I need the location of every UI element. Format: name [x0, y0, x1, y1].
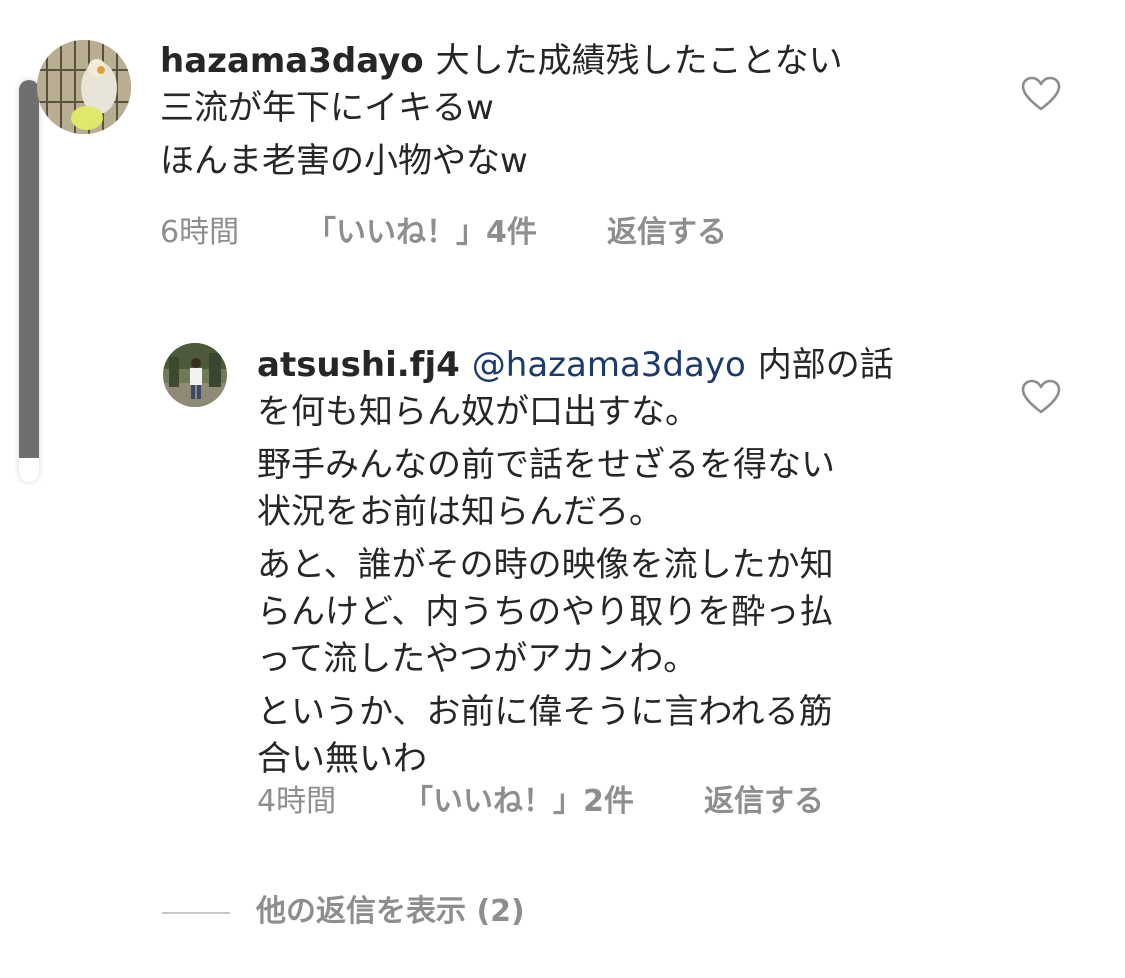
likes-count[interactable]: 「いいね！」2件 — [403, 782, 634, 822]
heart-outline-icon — [1021, 76, 1061, 111]
comment-line: 内部の話 — [757, 345, 894, 385]
divider-line — [162, 911, 230, 914]
comment-line: を何も知らん奴が口出すな。 — [257, 392, 699, 432]
avatar[interactable] — [163, 343, 227, 407]
comment-line: ほんま老害の小物やなw — [160, 141, 528, 181]
comment-line: 状況をお前は知らんだろ。 — [257, 492, 663, 532]
comment-meta: 6時間 「いいね！」4件 返信する — [160, 213, 860, 253]
scrollbar-thumb[interactable] — [19, 80, 39, 458]
reply-button[interactable]: 返信する — [607, 213, 727, 253]
heart-outline-icon — [1021, 379, 1061, 414]
username[interactable]: hazama3dayo — [160, 41, 424, 81]
comment-line: 野手みんなの前で話をせざるを得ない — [257, 445, 835, 485]
reply-body: atsushi.fj4 @hazama3dayo 内部の話 を何も知らん奴が口出すな… — [257, 342, 894, 783]
username[interactable]: atsushi.fj4 — [257, 345, 460, 385]
scrollbar[interactable] — [19, 80, 39, 482]
comment-line: 大した成績残したことない — [435, 41, 843, 81]
timestamp: 4時間 — [257, 784, 337, 819]
avatar[interactable] — [37, 40, 131, 134]
comment-line: 三流が年下にイキるw — [160, 88, 494, 128]
like-button[interactable] — [1021, 76, 1061, 112]
view-more-replies-button[interactable]: 他の返信を表示 (2) — [162, 892, 525, 932]
comment-line: あと、誰がその時の映像を流したか知 — [257, 545, 834, 585]
comment-line: って流したやつがアカンわ。 — [257, 639, 698, 679]
view-more-replies-label: 他の返信を表示 (2) — [256, 894, 525, 929]
mention-link[interactable]: @hazama3dayo — [472, 345, 746, 385]
comment-line: というか、お前に偉そうに言われる筋 — [257, 692, 833, 732]
comment-line: らんけど、内うちのやり取りを酔っ払 — [257, 592, 834, 632]
reply-button[interactable]: 返信する — [704, 782, 824, 822]
comment-body: hazama3dayo 大した成績残したことない 三流が年下にイキるw ほんま老害… — [160, 38, 843, 185]
timestamp: 6時間 — [160, 215, 240, 250]
like-button[interactable] — [1021, 379, 1061, 415]
comment-line: 合い無いわ — [257, 739, 427, 779]
comment-thread: hazama3dayo 大した成績残したことない 三流が年下にイキるw ほんま老害… — [0, 0, 1125, 978]
likes-count[interactable]: 「いいね！」4件 — [306, 213, 537, 253]
reply-meta: 4時間 「いいね！」2件 返信する — [257, 782, 957, 822]
